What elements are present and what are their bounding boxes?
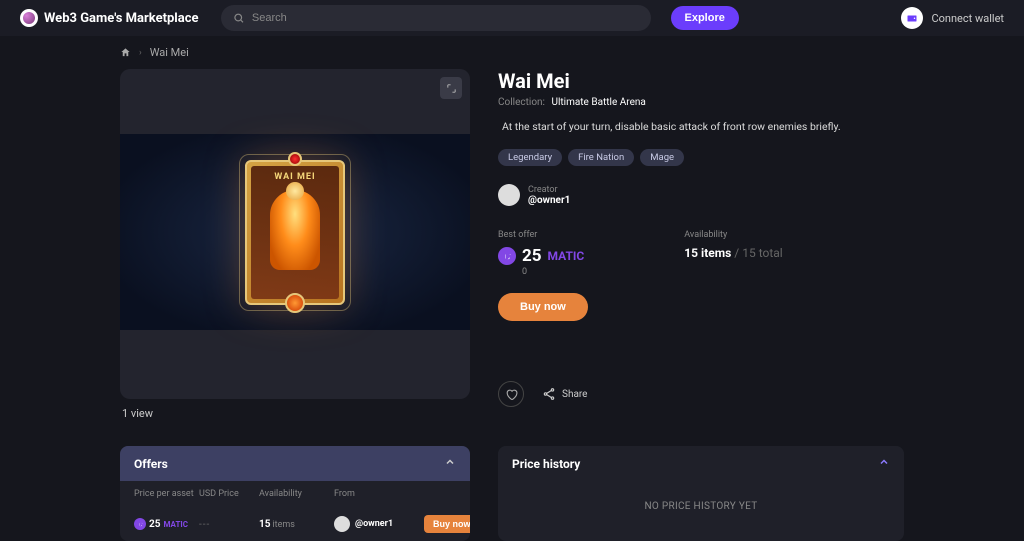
heart-icon xyxy=(505,388,518,401)
price-history-title: Price history xyxy=(512,457,580,471)
expand-icon xyxy=(446,83,457,94)
best-offer-usd: 0 xyxy=(522,267,584,277)
offers-title: Offers xyxy=(134,457,168,471)
collection-name[interactable]: Ultimate Battle Arena xyxy=(551,97,645,108)
cell-from[interactable]: @owner1 xyxy=(334,516,424,532)
offers-panel: Offers Price per asset USD Price Availab… xyxy=(120,446,470,541)
polygon-icon xyxy=(134,518,146,530)
avatar xyxy=(334,516,350,532)
connect-wallet-label: Connect wallet xyxy=(931,12,1004,25)
cell-price-currency: MATIC xyxy=(163,520,188,529)
creator-row[interactable]: Creator @owner1 xyxy=(498,184,904,206)
collection-label: Collection: xyxy=(498,97,545,108)
media-card: WAI MEI xyxy=(120,69,470,399)
col-from: From xyxy=(334,489,424,499)
search-container[interactable] xyxy=(221,5,651,31)
connect-wallet[interactable]: Connect wallet xyxy=(901,7,1004,29)
col-availability: Availability xyxy=(259,489,334,499)
header: Web3 Game's Marketplace Explore Connect … xyxy=(0,0,1024,36)
search-input[interactable] xyxy=(252,12,639,24)
share-button[interactable]: Share xyxy=(542,387,587,401)
chevron-right-icon: › xyxy=(139,48,142,58)
buy-now-button[interactable]: Buy now xyxy=(498,293,588,321)
card-artwork: WAI MEI xyxy=(245,160,345,305)
availability-stat: Availability 15 items / 15 total xyxy=(684,230,782,277)
collection-line: Collection: Ultimate Battle Arena xyxy=(498,97,904,108)
breadcrumb-current: Wai Mei xyxy=(150,46,189,59)
chevron-up-icon[interactable] xyxy=(444,456,456,471)
favorite-button[interactable] xyxy=(498,381,524,407)
chevron-up-icon[interactable] xyxy=(878,456,890,471)
from-handle: @owner1 xyxy=(355,519,393,529)
polygon-icon xyxy=(498,247,516,265)
offers-header[interactable]: Offers xyxy=(120,446,470,481)
expand-button[interactable] xyxy=(440,77,462,99)
offers-table-head: Price per asset USD Price Availability F… xyxy=(120,481,470,507)
price-history-panel: Price history NO PRICE HISTORY YET xyxy=(498,446,904,541)
logo-icon xyxy=(20,9,38,27)
col-usd: USD Price xyxy=(199,489,259,499)
search-icon xyxy=(233,12,244,24)
tags: Legendary Fire Nation Mage xyxy=(498,149,904,166)
tag-faction[interactable]: Fire Nation xyxy=(568,149,634,166)
brand-text: Web3 Game's Marketplace xyxy=(44,11,199,26)
creator-handle: @owner1 xyxy=(528,195,570,206)
cell-availability: 15items xyxy=(259,519,334,530)
col-price: Price per asset xyxy=(134,489,199,499)
best-offer-stat: Best offer 25 MATIC 0 xyxy=(498,230,584,277)
share-icon xyxy=(542,387,556,401)
share-label: Share xyxy=(562,389,587,400)
nft-image: WAI MEI xyxy=(120,134,470,330)
item-title: Wai Mei xyxy=(498,69,904,93)
creator-avatar xyxy=(498,184,520,206)
price-history-header[interactable]: Price history xyxy=(498,446,904,481)
no-price-history: NO PRICE HISTORY YET xyxy=(498,481,904,532)
availability-total: / 15 total xyxy=(734,246,782,260)
tag-class[interactable]: Mage xyxy=(640,149,684,166)
best-offer-currency: MATIC xyxy=(548,249,585,263)
home-icon[interactable] xyxy=(120,47,131,58)
creator-label: Creator xyxy=(528,185,570,195)
brand-logo[interactable]: Web3 Game's Marketplace xyxy=(20,9,199,27)
availability-label: Availability xyxy=(684,230,782,240)
cell-price: 25 MATIC xyxy=(134,518,199,530)
view-count: 1 view xyxy=(120,399,470,428)
row-buy-button[interactable]: Buy now xyxy=(424,515,470,533)
tag-rarity[interactable]: Legendary xyxy=(498,149,562,166)
availability-items: 15 items xyxy=(684,246,731,260)
wallet-icon xyxy=(901,7,923,29)
best-offer-value: 25 xyxy=(522,246,542,266)
item-description: At the start of your turn, disable basic… xyxy=(498,120,904,133)
best-offer-label: Best offer xyxy=(498,230,584,240)
cell-price-value: 25 xyxy=(149,519,160,530)
explore-button[interactable]: Explore xyxy=(671,6,739,30)
cell-usd: --- xyxy=(199,519,259,530)
breadcrumb: › Wai Mei xyxy=(0,36,1024,69)
